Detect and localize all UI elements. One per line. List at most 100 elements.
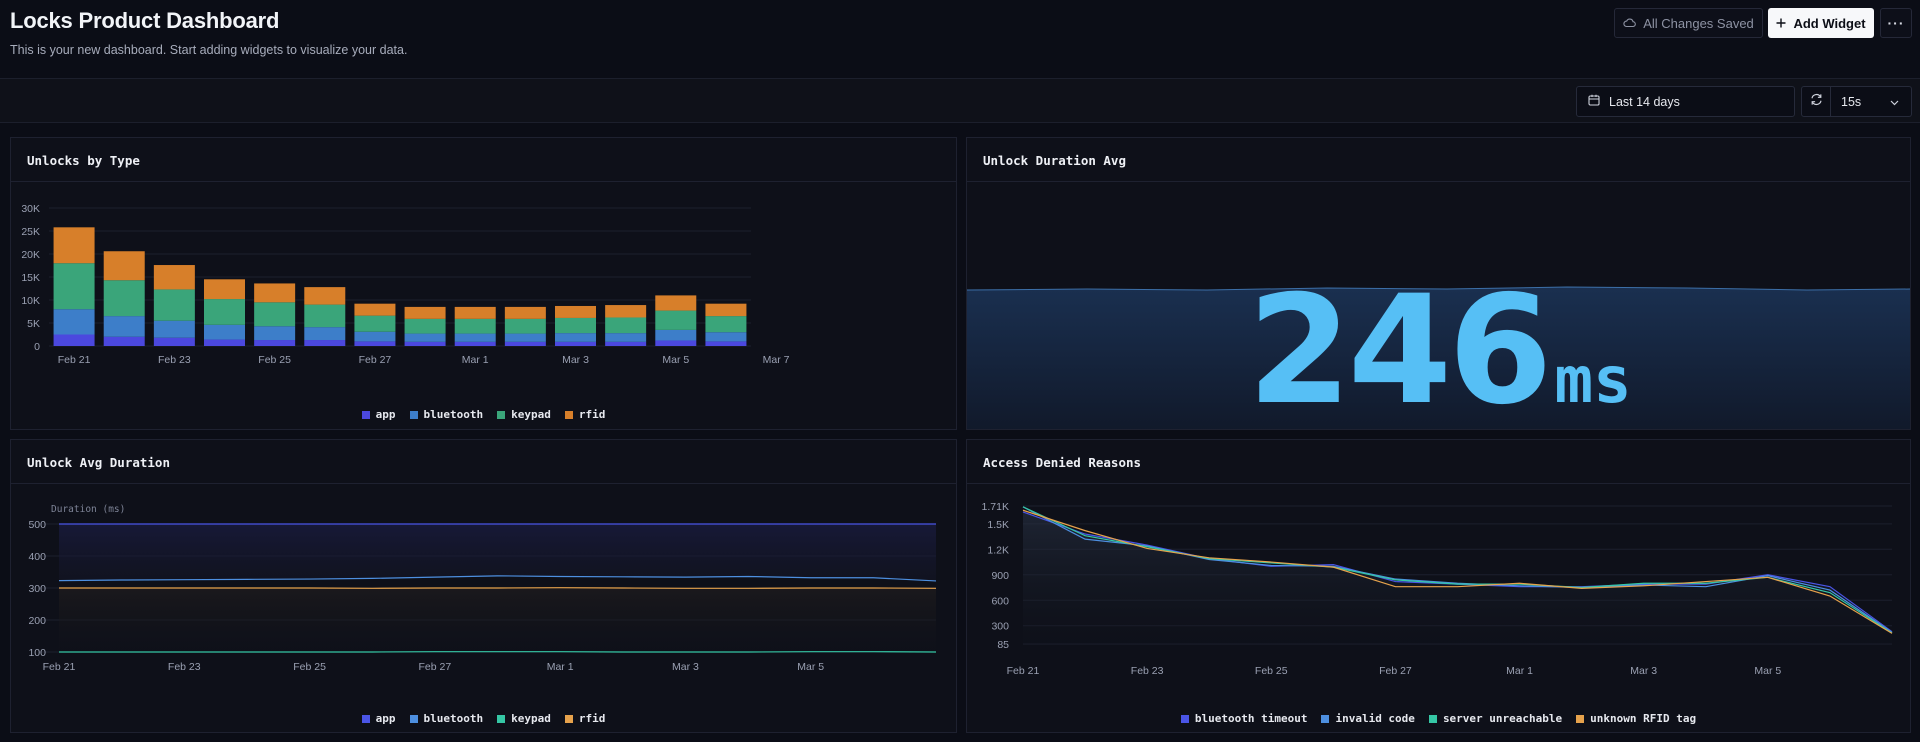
more-options-button[interactable]: ··· bbox=[1880, 8, 1912, 38]
legend-item-app[interactable]: app bbox=[361, 712, 396, 725]
big-number-unit: ms bbox=[1554, 344, 1632, 418]
legend-label: invalid code bbox=[1335, 712, 1415, 725]
legend-item-keypad[interactable]: keypad bbox=[497, 408, 551, 421]
bar-segment-keypad bbox=[655, 310, 697, 330]
y-tick-label: 900 bbox=[991, 570, 1009, 582]
legend-label: keypad bbox=[511, 408, 551, 421]
x-tick-label: Mar 3 bbox=[562, 354, 589, 366]
bar-segment-app bbox=[254, 340, 296, 346]
legend-swatch bbox=[1576, 714, 1585, 723]
bar-segment-app bbox=[304, 340, 346, 346]
access-denied-reasons-widget[interactable]: Access Denied Reasons 85 300 600 900 1.2K 1.5… bbox=[966, 439, 1911, 733]
y-tick-label: 20K bbox=[21, 249, 40, 261]
bar-segment-keypad bbox=[605, 317, 647, 334]
y-tick-label: 300 bbox=[28, 583, 46, 595]
y-tick-label: 15K bbox=[21, 272, 40, 284]
legend-item-app[interactable]: app bbox=[361, 408, 396, 421]
bar-segment-bluetooth bbox=[504, 333, 546, 342]
legend-item-server-unreachable[interactable]: server unreachable bbox=[1428, 712, 1562, 725]
refresh-button[interactable] bbox=[1801, 86, 1831, 117]
bar-segment-app bbox=[53, 334, 95, 346]
bar-segment-keypad bbox=[304, 304, 346, 328]
legend-label: bluetooth bbox=[423, 408, 484, 421]
x-tick-label: Mar 1 bbox=[462, 354, 489, 366]
bar-segment-bluetooth bbox=[354, 331, 396, 342]
x-tick-label: Mar 1 bbox=[547, 661, 574, 673]
unlocks-legend: app bluetooth keypad rfid bbox=[11, 408, 956, 421]
bar-segment-keypad bbox=[504, 318, 546, 334]
unlocks-bar-chart: 0 5K 10K 15K 20K 25K 30K Feb 21 Feb 23 Feb 25 Feb … bbox=[21, 203, 790, 366]
y-tick-label: 85 bbox=[997, 639, 1009, 651]
refresh-interval-select[interactable]: 15s bbox=[1831, 86, 1912, 117]
bar-segment-keypad bbox=[204, 299, 245, 325]
avg-duration-legend: app bluetooth keypad rfid bbox=[11, 712, 956, 725]
bar-segment-app bbox=[153, 337, 195, 346]
date-range-picker[interactable]: Last 14 days bbox=[1576, 86, 1795, 117]
bar-segment-bluetooth bbox=[605, 333, 647, 342]
add-widget-button[interactable]: Add Widget bbox=[1768, 8, 1874, 38]
legend-item-bluetooth[interactable]: bluetooth bbox=[409, 712, 483, 725]
page-title: Locks Product Dashboard bbox=[10, 8, 280, 33]
unlock-avg-duration-widget[interactable]: Unlock Avg Duration Duration (ms) 100 200 3… bbox=[10, 439, 957, 733]
legend-item-rfid[interactable]: rfid bbox=[564, 408, 605, 421]
bar-segment-bluetooth bbox=[53, 309, 95, 335]
x-tick-label: Feb 27 bbox=[419, 661, 452, 673]
unlock-duration-avg-widget[interactable]: Unlock Duration Avg 246ms bbox=[966, 137, 1911, 430]
y-tick-label: 25K bbox=[21, 226, 40, 238]
bar-segment-rfid bbox=[404, 306, 446, 319]
bar-segment-rfid bbox=[354, 303, 396, 316]
bar-segment-app bbox=[454, 341, 496, 346]
bar-segment-rfid bbox=[655, 295, 697, 311]
x-tick-label: Feb 23 bbox=[1131, 665, 1164, 677]
x-tick-label: Feb 21 bbox=[58, 354, 91, 366]
legend-item-rfid[interactable]: rfid bbox=[564, 712, 606, 725]
plus-icon bbox=[1776, 16, 1786, 31]
legend-item-unknown-rfid-tag[interactable]: unknown RFID tag bbox=[1576, 712, 1696, 725]
bar-segment-rfid bbox=[605, 305, 647, 318]
unlocks-by-type-widget[interactable]: Unlocks by Type 0 5K 10K 15K 20K 25K 30K Feb 21… bbox=[10, 137, 957, 430]
widget-title: Unlocks by Type bbox=[11, 138, 956, 182]
x-tick-label: Feb 25 bbox=[1255, 665, 1288, 677]
bar-segment-bluetooth bbox=[454, 333, 496, 342]
bar-segment-rfid bbox=[454, 306, 496, 319]
legend-label: bluetooth timeout bbox=[1194, 712, 1308, 725]
bar-segment-bluetooth bbox=[254, 326, 296, 341]
bar-segment-keypad bbox=[254, 302, 296, 327]
bar-segment-rfid bbox=[254, 283, 296, 303]
legend-item-bluetooth[interactable]: bluetooth bbox=[409, 408, 484, 421]
bar-segment-keypad bbox=[53, 263, 95, 310]
page-subtitle: This is your new dashboard. Start adding… bbox=[10, 43, 408, 57]
x-tick-label: Mar 1 bbox=[1506, 665, 1533, 677]
dashboard-toolbar: Last 14 days 15s bbox=[0, 78, 1920, 123]
legend-swatch bbox=[564, 714, 573, 723]
bar-segment-keypad bbox=[454, 318, 496, 334]
x-tick-label: Feb 25 bbox=[258, 354, 291, 366]
bar-segment-bluetooth bbox=[555, 333, 596, 342]
legend-label: rfid bbox=[578, 712, 606, 725]
legend-item-keypad[interactable]: keypad bbox=[497, 712, 551, 725]
bar-segment-app bbox=[504, 341, 546, 346]
all-changes-saved-button[interactable]: All Changes Saved bbox=[1614, 8, 1763, 38]
refresh-icon bbox=[1810, 93, 1823, 111]
legend-swatch bbox=[409, 410, 418, 419]
legend-swatch bbox=[1428, 714, 1437, 723]
more-dots-icon: ··· bbox=[1887, 15, 1905, 31]
bar-segment-app bbox=[103, 336, 145, 346]
x-tick-label: Mar 7 bbox=[763, 354, 790, 366]
x-tick-label: Mar 5 bbox=[797, 661, 824, 673]
legend-item-invalid-code[interactable]: invalid code bbox=[1321, 712, 1415, 725]
legend-item-bluetooth-timeout[interactable]: bluetooth timeout bbox=[1180, 712, 1308, 725]
bar-segment-keypad bbox=[705, 316, 747, 333]
bar-segment-rfid bbox=[103, 251, 145, 281]
legend-swatch bbox=[1321, 714, 1330, 723]
widget-title: Unlock Duration Avg bbox=[967, 138, 1910, 182]
x-tick-label: Feb 21 bbox=[43, 661, 76, 673]
cloud-check-icon bbox=[1623, 16, 1637, 31]
legend-label: app bbox=[375, 408, 396, 421]
legend-swatch bbox=[497, 714, 506, 723]
bar-segment-rfid bbox=[504, 306, 546, 319]
bar-segment-bluetooth bbox=[153, 320, 195, 338]
legend-swatch bbox=[1180, 714, 1189, 723]
area-fill-rfid bbox=[59, 587, 936, 652]
bar-segment-app bbox=[705, 341, 747, 346]
